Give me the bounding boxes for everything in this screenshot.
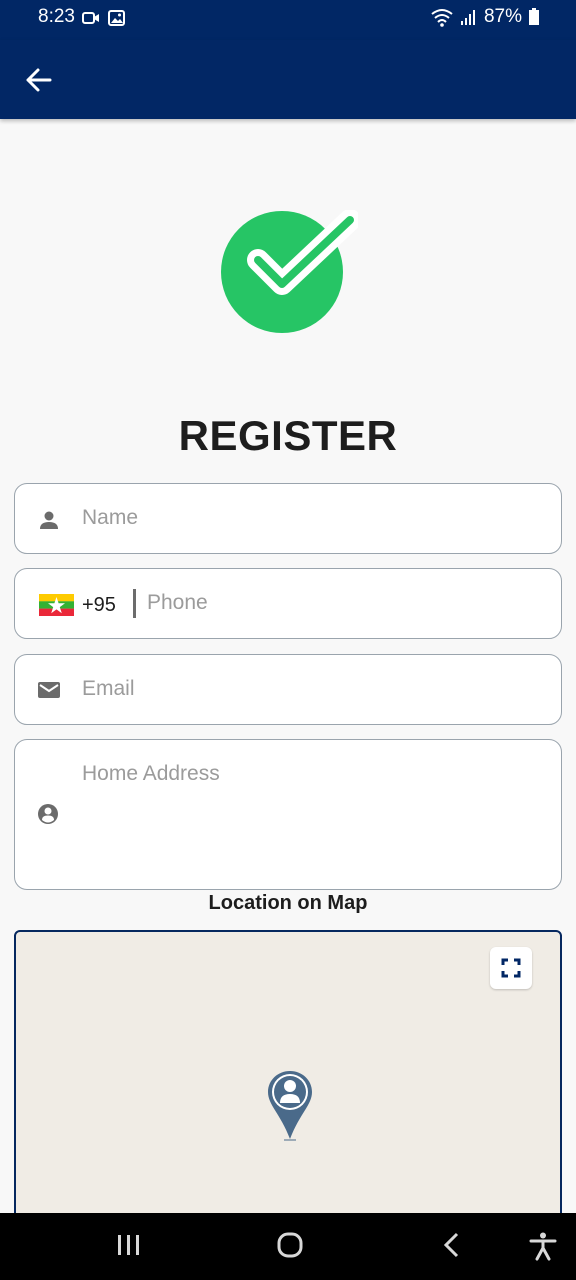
back-nav-icon[interactable] — [440, 1231, 464, 1259]
system-nav-bar — [0, 1213, 576, 1280]
phone-placeholder: Phone — [147, 591, 208, 614]
location-pin-icon[interactable] — [266, 1069, 314, 1143]
email-icon — [38, 682, 60, 698]
arrow-left-icon — [26, 68, 52, 92]
signal-icon — [460, 10, 475, 25]
person-icon — [40, 511, 58, 529]
dial-code[interactable]: +95 — [82, 594, 116, 617]
email-placeholder: Email — [82, 677, 135, 700]
app-bar — [0, 40, 576, 119]
name-field[interactable]: Name — [14, 483, 562, 554]
recent-apps-icon[interactable] — [116, 1231, 142, 1259]
location-map[interactable] — [14, 930, 562, 1230]
email-field[interactable]: Email — [14, 654, 562, 725]
status-icons-left — [82, 10, 125, 26]
phone-field[interactable]: +95 Phone — [14, 568, 562, 639]
fullscreen-button[interactable] — [490, 947, 532, 989]
home-address-placeholder: Home Address — [82, 762, 220, 785]
myanmar-flag-icon[interactable] — [39, 594, 74, 616]
checkmark-logo-icon — [221, 210, 358, 333]
image-icon — [108, 10, 125, 26]
fullscreen-icon — [501, 958, 521, 978]
name-placeholder: Name — [82, 506, 139, 529]
status-bar: 8:23 87% — [0, 0, 576, 40]
status-icons-right: 87% — [430, 6, 540, 28]
battery-icon — [529, 8, 539, 25]
battery-percent: 87% — [483, 6, 522, 27]
status-time: 8:23 — [38, 6, 75, 27]
wifi-icon — [431, 9, 453, 27]
back-button[interactable] — [22, 64, 56, 96]
accessibility-icon[interactable] — [528, 1231, 558, 1261]
page-title: REGISTER — [178, 412, 398, 459]
home-address-field[interactable]: Home Address — [14, 739, 562, 890]
video-call-icon — [82, 12, 99, 24]
account-circle-icon — [38, 804, 58, 824]
map-label: Location on Map — [208, 892, 368, 914]
home-icon[interactable] — [276, 1231, 304, 1259]
phone-divider — [133, 589, 136, 618]
